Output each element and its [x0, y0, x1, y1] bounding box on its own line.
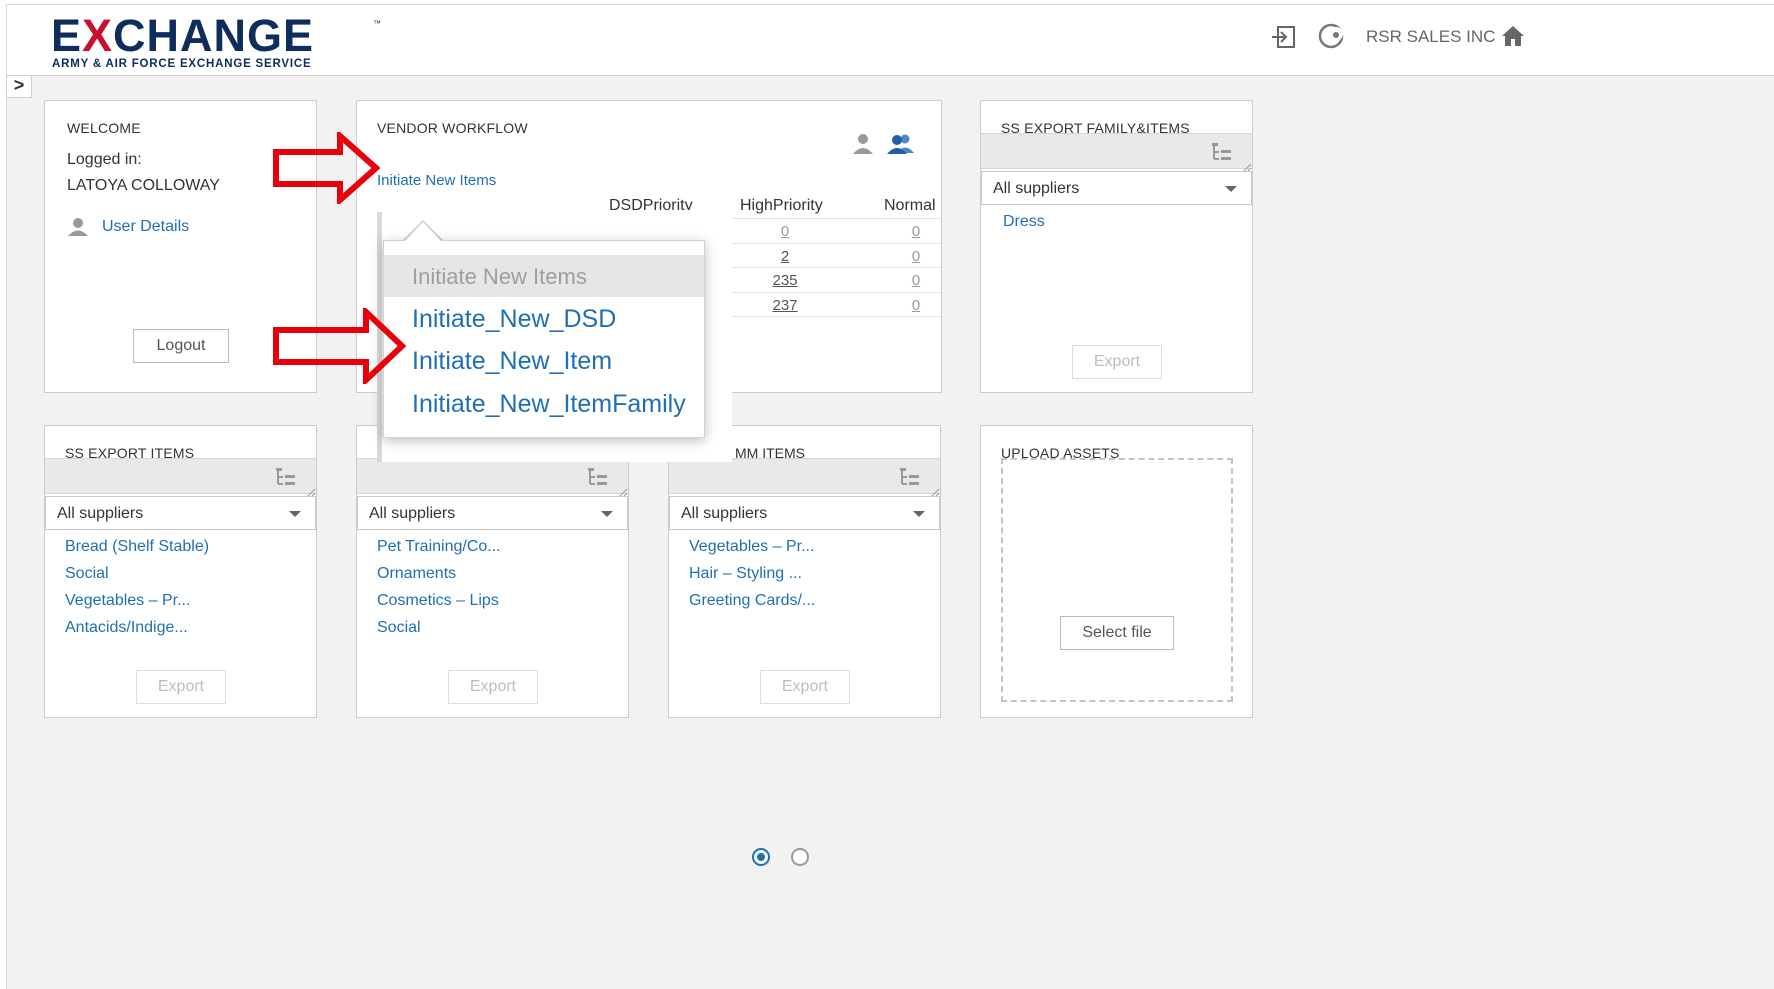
supplier-dropdown[interactable]: All suppliers: [981, 171, 1252, 205]
list-item[interactable]: Greeting Cards/...: [689, 590, 815, 617]
tree-view-icon[interactable]: [1210, 142, 1238, 164]
panel-toolbar: [669, 458, 940, 498]
file-drop-zone[interactable]: [1001, 458, 1233, 702]
page-indicator-1[interactable]: [752, 848, 770, 866]
chevron-down-icon: [289, 511, 301, 517]
comm-items-panel: MM ITEMS All suppliers Vegetables – Pr..…: [668, 425, 941, 718]
user-icon: [67, 217, 91, 237]
logged-in-label: Logged in:: [67, 151, 142, 168]
column-header-normal: Normal: [884, 197, 936, 214]
user-name: LATOYA COLLOWAY: [67, 177, 220, 194]
column-header-high-priority: HighPriority: [740, 197, 823, 214]
table-cell-high[interactable]: 2: [765, 248, 805, 265]
tree-view-icon[interactable]: [274, 467, 302, 489]
logo-subtitle: ARMY & AIR FORCE EXCHANGE SERVICE: [52, 58, 312, 70]
panel-toolbar: [45, 458, 316, 498]
group-users-icon[interactable]: [885, 133, 917, 155]
export-button[interactable]: Export: [1072, 345, 1162, 379]
list-item[interactable]: Cosmetics – Lips: [377, 590, 501, 617]
supplier-dropdown[interactable]: All suppliers: [357, 496, 628, 530]
list-item[interactable]: Hair – Styling ...: [689, 563, 815, 590]
company-name[interactable]: RSR SALES INC: [1366, 27, 1495, 47]
table-row-divider: [717, 243, 941, 244]
initiate-new-items-menu: Initiate New Items Initiate_New_DSD Init…: [383, 240, 705, 438]
supplier-dropdown-value: All suppliers: [57, 505, 144, 522]
tree-view-icon[interactable]: [586, 467, 614, 489]
list-item[interactable]: Vegetables – Pr...: [689, 536, 815, 563]
list-item[interactable]: Antacids/Indige...: [65, 617, 209, 644]
export-button[interactable]: Export: [448, 670, 538, 704]
resize-grip-icon[interactable]: [1242, 159, 1252, 173]
table-row-divider: [717, 218, 941, 219]
menu-header-label: Initiate New Items: [412, 264, 587, 289]
moon-icon[interactable]: [1318, 23, 1346, 49]
table-row-divider: [717, 316, 941, 317]
exchange-logo[interactable]: EXCHANGE ™ ARMY & AIR FORCE EXCHANGE SER…: [51, 13, 381, 71]
supplier-dropdown[interactable]: All suppliers: [45, 496, 316, 530]
resize-grip-icon[interactable]: [306, 484, 316, 498]
table-cell-high[interactable]: 0: [765, 223, 805, 240]
logo-letter-e: E: [51, 10, 83, 61]
chevron-down-icon: [601, 511, 613, 517]
menu-item-initiate-new-item[interactable]: Initiate_New_Item: [412, 347, 612, 376]
export-button[interactable]: Export: [760, 670, 850, 704]
resize-grip-icon[interactable]: [618, 484, 628, 498]
initiate-new-items-link[interactable]: Initiate New Items: [377, 172, 496, 189]
middle-export-panel: All suppliers Pet Training/Co... Ornamen…: [356, 425, 629, 718]
menu-item-initiate-new-dsd[interactable]: Initiate_New_DSD: [412, 305, 616, 334]
export-button[interactable]: Export: [136, 670, 226, 704]
page-indicator-2[interactable]: [791, 848, 809, 866]
ss-export-family-panel: SS EXPORT FAMILY&ITEMS All suppliers Dre…: [980, 100, 1253, 393]
list-item[interactable]: Pet Training/Co...: [377, 536, 501, 563]
vendor-workflow-title: VENDOR WORKFLOW: [377, 120, 528, 136]
items-list: Pet Training/Co... Ornaments Cosmetics –…: [377, 536, 501, 644]
list-item[interactable]: Social: [377, 617, 501, 644]
table-cell-normal[interactable]: 0: [896, 248, 936, 265]
panel-toolbar: [357, 458, 628, 498]
table-cell-high[interactable]: 235: [765, 272, 805, 289]
tree-view-icon[interactable]: [898, 467, 926, 489]
welcome-title: WELCOME: [67, 120, 141, 136]
table-row-divider: [717, 292, 941, 293]
popup-pointer-fill: [405, 222, 441, 241]
supplier-dropdown-value: All suppliers: [369, 505, 456, 522]
supplier-dropdown[interactable]: All suppliers: [669, 496, 940, 530]
list-item[interactable]: Dress: [1003, 211, 1045, 241]
logo-trademark: ™: [373, 19, 381, 28]
list-item[interactable]: Social: [65, 563, 209, 590]
select-file-button[interactable]: Select file: [1060, 616, 1174, 650]
logo-letter-x: X: [82, 10, 114, 61]
supplier-dropdown-value: All suppliers: [681, 505, 768, 522]
chevron-down-icon: [913, 511, 925, 517]
list-item[interactable]: Bread (Shelf Stable): [65, 536, 209, 563]
resize-grip-icon[interactable]: [930, 484, 940, 498]
table-cell-normal[interactable]: 0: [896, 272, 936, 289]
sign-in-icon[interactable]: [1270, 24, 1298, 50]
panel-toolbar: [981, 133, 1252, 173]
home-icon[interactable]: [1500, 24, 1528, 50]
table-cell-normal[interactable]: 0: [896, 223, 936, 240]
table-row-divider: [717, 267, 941, 268]
sidebar-toggle-button[interactable]: >: [6, 76, 32, 98]
items-list: Bread (Shelf Stable) Social Vegetables –…: [65, 536, 209, 644]
ss-export-items-panel: SS EXPORT ITEMS All suppliers Bread (She…: [44, 425, 317, 718]
single-user-icon[interactable]: [851, 133, 875, 155]
chevron-down-icon: [1225, 186, 1237, 192]
list-item[interactable]: Vegetables – Pr...: [65, 590, 209, 617]
table-cell-high[interactable]: 237: [765, 297, 805, 314]
table-cell-normal[interactable]: 0: [896, 297, 936, 314]
menu-header: Initiate New Items: [384, 255, 704, 297]
logout-button[interactable]: Logout: [133, 329, 229, 363]
logo-letters-change: CHANGE: [113, 10, 315, 61]
list-item[interactable]: Ornaments: [377, 563, 501, 590]
annotation-arrow-icon: [273, 308, 407, 384]
menu-item-initiate-new-itemfamily[interactable]: Initiate_New_ItemFamily: [412, 390, 686, 419]
user-details-link[interactable]: User Details: [102, 218, 189, 236]
annotation-arrow-icon: [273, 132, 380, 204]
items-list: Vegetables – Pr... Hair – Styling ... Gr…: [689, 536, 815, 617]
family-list: Dress: [1003, 211, 1045, 241]
upload-assets-panel: UPLOAD ASSETS Select file: [980, 425, 1253, 718]
supplier-dropdown-value: All suppliers: [993, 180, 1080, 197]
logo-wordmark: EXCHANGE: [51, 13, 314, 59]
